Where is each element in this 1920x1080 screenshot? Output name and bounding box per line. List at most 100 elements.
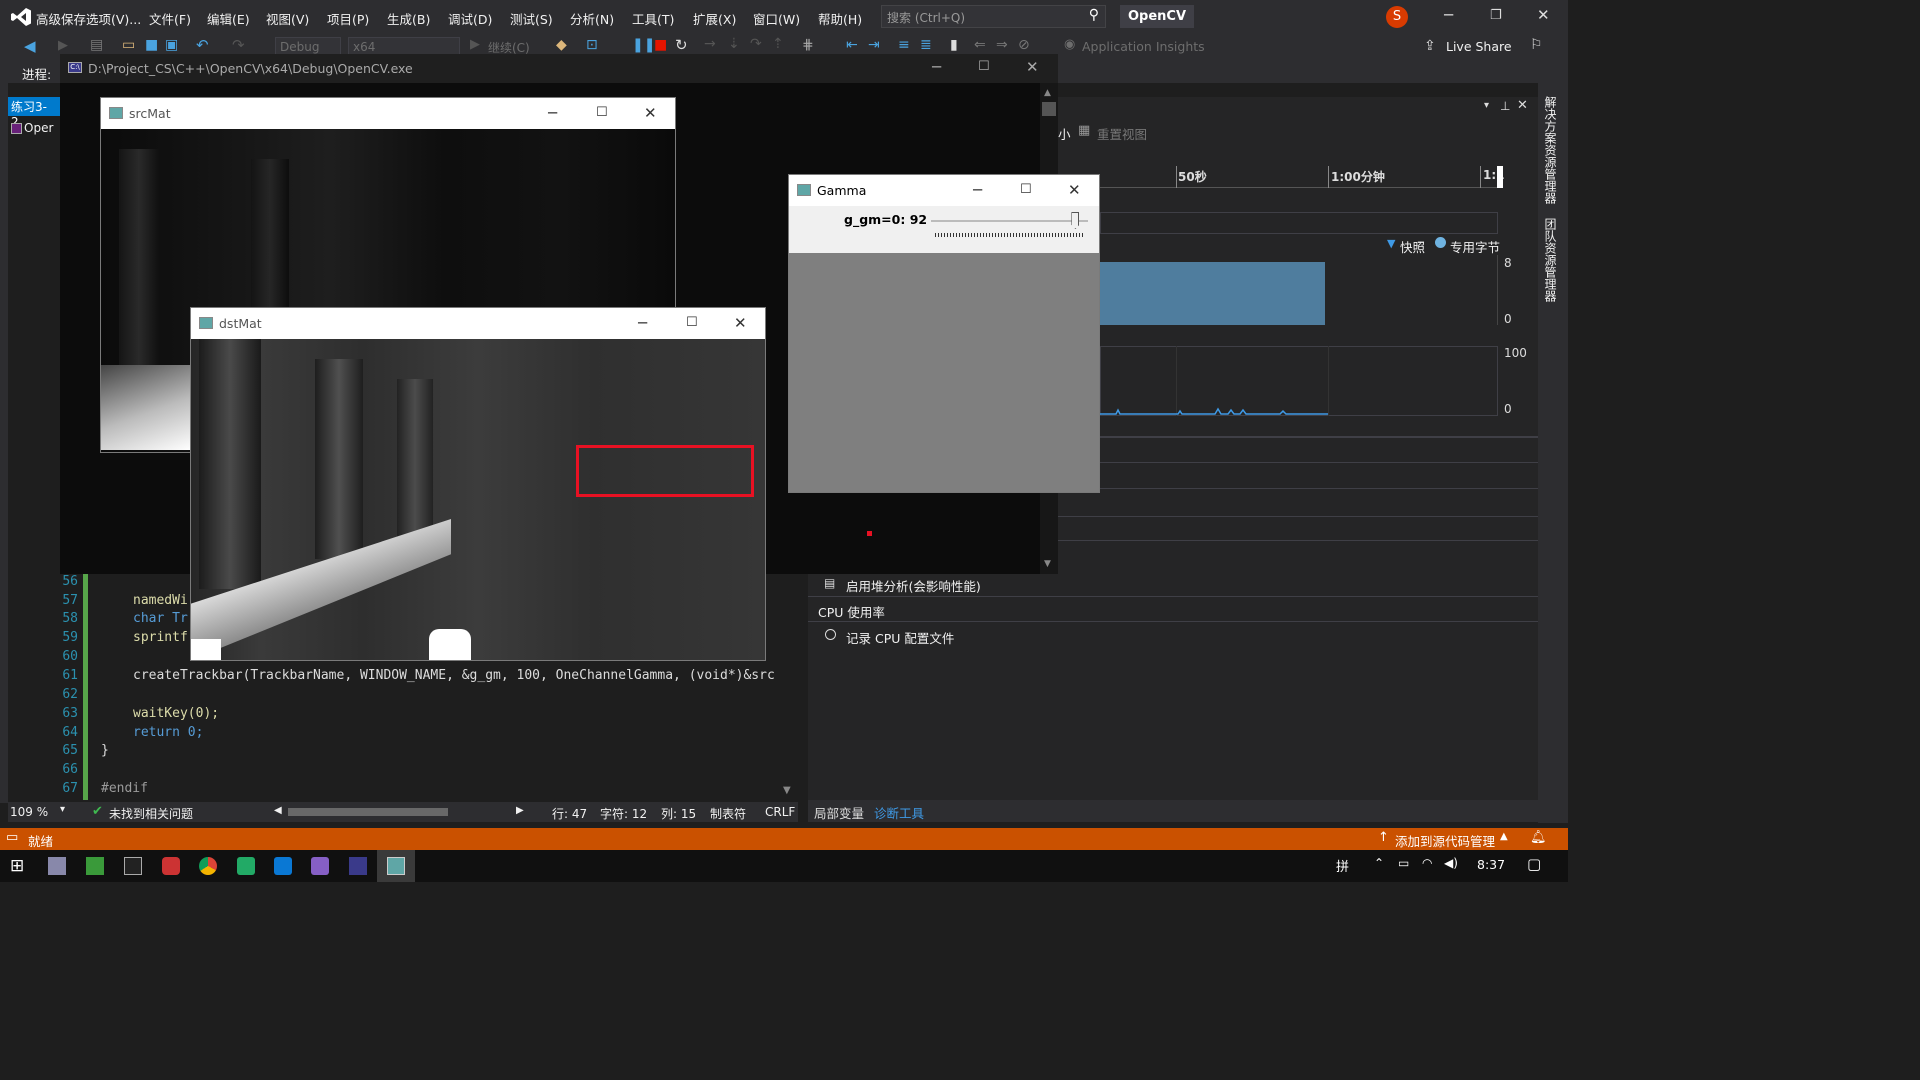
battery-icon[interactable]: ▭ (1398, 856, 1409, 870)
source-control-caret-icon[interactable]: ▲ (1500, 831, 1508, 842)
menu-save-options[interactable]: 高级保存选项(V)... (36, 9, 141, 28)
gamma-close-icon[interactable]: ✕ (1068, 181, 1081, 199)
issues-status[interactable]: 未找到相关问题 (109, 805, 193, 822)
console-scroll-thumb[interactable] (1042, 102, 1056, 116)
tab-diagnostic-tools[interactable]: 诊断工具 (874, 803, 924, 822)
app-icon[interactable] (237, 857, 255, 875)
taskbar-app-icon[interactable] (48, 857, 66, 875)
panel-dropdown-icon[interactable]: ▾ (1484, 100, 1489, 111)
menu-extensions[interactable]: 扩展(X) (693, 9, 736, 28)
notifications-icon[interactable]: 🔔︎ (1530, 830, 1547, 845)
dstmat-window[interactable]: dstMat ─ ☐ ✕ (190, 307, 766, 661)
menu-window[interactable]: 窗口(W) (753, 9, 800, 28)
gamma-minimize-icon[interactable]: ─ (973, 181, 982, 199)
srcmat-minimize-icon[interactable]: ─ (548, 104, 557, 122)
console-scroll-up-icon[interactable]: ▲ (1044, 88, 1051, 98)
action-center-icon[interactable]: ▢ (1527, 855, 1541, 873)
process-icon[interactable]: ◆ (556, 37, 567, 53)
visual-studio-icon[interactable] (311, 857, 329, 875)
prev-bookmark-icon[interactable]: ⇐ (974, 37, 986, 53)
outdent-icon[interactable]: ⇥ (868, 37, 880, 53)
heap-profiling-option[interactable]: 启用堆分析(会影响性能) (846, 576, 981, 595)
live-share-button[interactable]: Live Share (1446, 39, 1512, 54)
step-into-icon[interactable]: ⇣ (728, 36, 740, 52)
screenshot-app-icon[interactable] (162, 857, 180, 875)
tray-expand-icon[interactable]: ⌃ (1374, 856, 1384, 870)
close-icon[interactable]: ✕ (1537, 6, 1550, 24)
menu-build[interactable]: 生成(B) (387, 9, 430, 28)
trackbar-thumb[interactable] (1071, 212, 1080, 229)
opencv-app-icon[interactable] (387, 857, 405, 875)
comment-icon[interactable]: ≡ (898, 37, 910, 53)
screenshot-icon[interactable]: ⊡ (586, 37, 598, 53)
continue-icon[interactable]: ▶ (470, 37, 480, 52)
minimize-icon[interactable]: ─ (1444, 6, 1453, 24)
stop-icon[interactable]: ■ (654, 37, 667, 53)
threads-icon[interactable]: ⋕ (802, 37, 814, 53)
menu-file[interactable]: 文件(F) (149, 9, 191, 28)
scroll-down-icon[interactable]: ▼ (783, 785, 791, 796)
step-over-icon[interactable]: ↷ (750, 36, 762, 52)
console-maximize-icon[interactable]: ☐ (978, 59, 990, 74)
uncomment-icon[interactable]: ≣ (920, 37, 932, 53)
app-insights-button[interactable]: Application Insights (1082, 39, 1205, 54)
gamma-window[interactable]: Gamma ─ ☐ ✕ g_gm=0: 92 (788, 174, 1100, 493)
horizontal-scrollbar[interactable] (288, 808, 448, 816)
add-to-source-control-button[interactable]: 添加到源代码管理 (1395, 831, 1495, 850)
line-ending[interactable]: CRLF (765, 805, 795, 819)
vscode-icon[interactable] (274, 857, 292, 875)
clear-bookmarks-icon[interactable]: ⊘ (1018, 37, 1030, 53)
user-avatar[interactable]: S (1386, 6, 1408, 28)
next-bookmark-icon[interactable]: ⇒ (996, 37, 1008, 53)
save-icon[interactable]: ■ (145, 37, 158, 53)
new-item-icon[interactable]: ▤ (90, 37, 103, 53)
zoom-out-label[interactable]: 小 (1058, 124, 1071, 143)
solution-explorer-tab[interactable]: 解决方案资源管理器 (1542, 96, 1559, 204)
step-out-icon[interactable]: ⇡ (772, 36, 784, 52)
record-cpu-profile-button[interactable]: 记录 CPU 配置文件 (846, 628, 954, 647)
notepad-icon[interactable] (86, 857, 104, 875)
clock[interactable]: 8:37 (1477, 857, 1505, 872)
windows-start-icon[interactable]: ⊞ (10, 856, 24, 876)
menu-view[interactable]: 视图(V) (266, 9, 309, 28)
console-scroll-down-icon[interactable]: ▼ (1044, 559, 1051, 569)
wifi-icon[interactable]: ◠ (1422, 856, 1432, 870)
chrome-icon[interactable] (199, 857, 217, 875)
redo-icon[interactable]: ↷ (232, 36, 245, 54)
pause-icon[interactable]: ❚❚ (632, 37, 655, 53)
panel-close-icon[interactable]: ✕ (1517, 98, 1528, 113)
indent-mode[interactable]: 制表符 (710, 805, 746, 822)
console-app-icon[interactable] (349, 857, 367, 875)
document-tab[interactable]: 练习3-2. (8, 97, 60, 129)
restart-icon[interactable]: ↻ (675, 36, 688, 54)
feedback-icon[interactable]: ⚐ (1530, 37, 1543, 53)
terminal-icon[interactable] (124, 857, 142, 875)
srcmat-close-icon[interactable]: ✕ (644, 104, 657, 122)
trackbar-track[interactable] (931, 220, 1088, 222)
zoom-level[interactable]: 109 % (10, 805, 48, 819)
team-explorer-tab[interactable]: 团队资源管理器 (1542, 218, 1559, 302)
show-next-statement-icon[interactable]: → (704, 36, 716, 52)
menu-project[interactable]: 项目(P) (327, 9, 369, 28)
menu-test[interactable]: 测试(S) (510, 9, 553, 28)
gamma-maximize-icon[interactable]: ☐ (1020, 182, 1032, 197)
console-close-icon[interactable]: ✕ (1026, 58, 1039, 76)
menu-tools[interactable]: 工具(T) (632, 9, 674, 28)
timeline-ruler[interactable] (1100, 166, 1500, 188)
menu-debug[interactable]: 调试(D) (448, 9, 492, 28)
back-icon[interactable]: ◀ (24, 37, 36, 55)
menu-edit[interactable]: 编辑(E) (207, 9, 250, 28)
volume-icon[interactable]: ◀) (1444, 856, 1458, 870)
solution-item[interactable]: Oper (8, 119, 60, 139)
open-icon[interactable]: ▭ (122, 37, 135, 53)
console-minimize-icon[interactable]: ─ (932, 58, 941, 76)
srcmat-maximize-icon[interactable]: ☐ (596, 105, 608, 120)
reset-view-button[interactable]: 重置视图 (1097, 124, 1147, 143)
forward-icon[interactable]: ▶ (58, 38, 68, 53)
pin-icon[interactable]: ⊥ (1500, 99, 1510, 113)
zoom-dropdown-icon[interactable]: ▾ (60, 804, 65, 815)
bookmark-icon[interactable]: ▮ (950, 37, 958, 53)
search-box[interactable]: 搜索 (Ctrl+Q) ⚲ (881, 5, 1106, 28)
dstmat-minimize-icon[interactable]: ─ (638, 314, 647, 332)
timeline-cursor[interactable] (1497, 166, 1503, 188)
